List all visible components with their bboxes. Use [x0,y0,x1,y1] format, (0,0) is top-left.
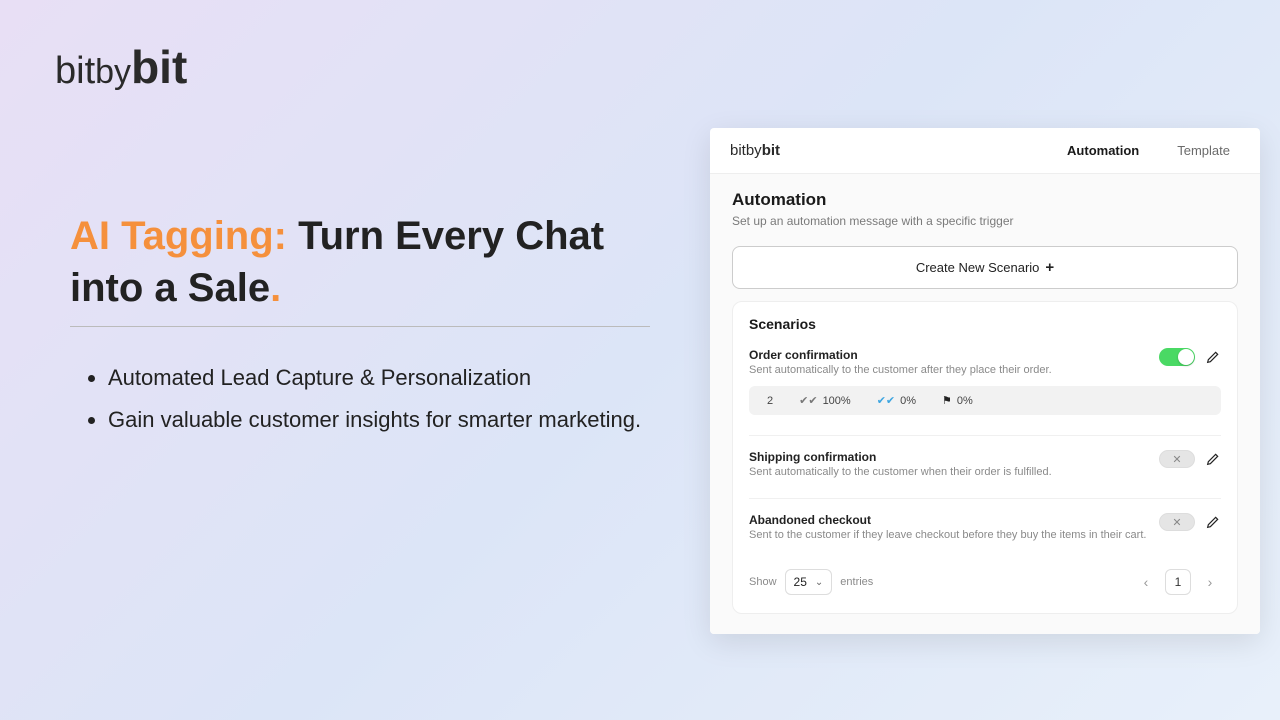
scenarios-heading: Scenarios [749,316,1221,332]
edit-icon[interactable] [1205,514,1221,530]
section-title: Automation [732,190,1238,210]
scenario-description: Sent automatically to the customer after… [749,364,1149,376]
page-size-select[interactable]: 25 ⌄ [785,569,833,595]
app-tabs: Automation Template [1067,143,1230,158]
chevron-down-icon: ⌄ [815,577,823,588]
scenario-item: Order confirmation Sent automatically to… [749,340,1221,425]
scenario-name: Abandoned checkout [749,513,1149,527]
brand-logo: bitbybit [55,40,187,94]
edit-icon[interactable] [1205,349,1221,365]
tab-template[interactable]: Template [1177,143,1230,158]
prev-page-button[interactable]: ‹ [1135,571,1157,593]
stat-count: 2 [767,395,773,407]
scenario-item: Abandoned checkout Sent to the customer … [749,498,1221,551]
app-body: Automation Set up an automation message … [710,174,1260,634]
show-label: Show [749,576,777,588]
flag-icon: ⚑ [942,394,952,407]
check-all-icon: ✔✔ [799,394,817,407]
check-read-icon: ✔✔ [877,394,895,407]
section-subtitle: Set up an automation message with a spec… [732,214,1238,228]
entries-label: entries [840,576,873,588]
scenario-name: Shipping confirmation [749,450,1149,464]
enable-toggle[interactable]: ✕ [1159,450,1195,468]
scenario-stats: 2 ✔✔100% ✔✔0% ⚑0% [749,386,1221,415]
scenario-item: Shipping confirmation Sent automatically… [749,435,1221,488]
bullet-item: Automated Lead Capture & Personalization [108,357,650,399]
bullet-item: Gain valuable customer insights for smar… [108,399,650,441]
scenario-description: Sent to the customer if they leave check… [749,529,1149,541]
plus-icon: + [1045,259,1054,276]
app-logo: bitbybit [730,142,1067,159]
edit-icon[interactable] [1205,451,1221,467]
app-header: bitbybit Automation Template [710,128,1260,174]
page-number[interactable]: 1 [1165,569,1191,595]
stat-opened: ✔✔0% [877,394,916,407]
app-screenshot-panel: bitbybit Automation Template Automation … [710,128,1260,634]
headline: AI Tagging: Turn Every Chat into a Sale. [70,210,650,327]
scenario-name: Order confirmation [749,348,1149,362]
tab-automation[interactable]: Automation [1067,143,1139,158]
enable-toggle[interactable] [1159,348,1195,366]
marketing-copy: AI Tagging: Turn Every Chat into a Sale.… [70,210,650,441]
stat-flag: ⚑0% [942,394,973,407]
create-scenario-button[interactable]: Create New Scenario + [732,246,1238,289]
close-icon: ✕ [1172,516,1181,529]
stat-delivered: ✔✔100% [799,394,851,407]
scenarios-card: Scenarios Order confirmation Sent automa… [732,301,1238,614]
feature-bullets: Automated Lead Capture & Personalization… [70,357,650,441]
enable-toggle[interactable]: ✕ [1159,513,1195,531]
next-page-button[interactable]: › [1199,571,1221,593]
scenario-description: Sent automatically to the customer when … [749,466,1149,478]
pagination: Show 25 ⌄ entries ‹ 1 › [749,569,1221,595]
close-icon: ✕ [1172,453,1181,466]
